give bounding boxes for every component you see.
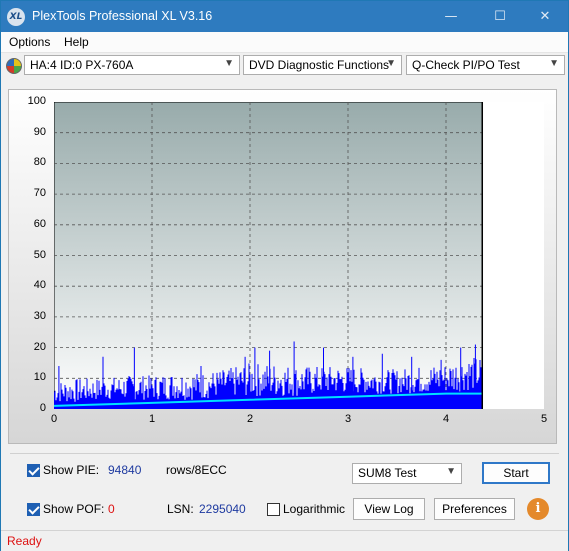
y-tick-label: 60 [33, 217, 46, 230]
x-tick-label: 0 [51, 413, 58, 425]
x-tick-label: 3 [345, 413, 352, 425]
x-tick-label: 5 [541, 413, 548, 425]
status-text: Ready [7, 534, 42, 548]
show-pof-label: Show POF: [43, 502, 105, 516]
show-pie-checkbox[interactable] [27, 464, 40, 477]
toolbar: HA:4 ID:0 PX-760A ▼ DVD Diagnostic Funct… [1, 53, 568, 79]
x-tick-label: 1 [149, 413, 156, 425]
function-select-value: DVD Diagnostic Functions [249, 58, 390, 72]
info-icon[interactable]: i [527, 498, 549, 520]
show-pie-label: Show PIE: [43, 463, 100, 477]
logarithmic-label: Logarithmic [283, 502, 346, 516]
chevron-down-icon: ▼ [549, 58, 559, 69]
y-tick-label: 40 [33, 279, 46, 292]
unscanned-region [482, 102, 544, 409]
menu-help[interactable]: Help [64, 35, 89, 49]
drive-select[interactable]: HA:4 ID:0 PX-760A ▼ [24, 55, 240, 75]
logarithmic-checkbox[interactable] [267, 503, 280, 516]
test-select[interactable]: Q-Check PI/PO Test ▼ [406, 55, 565, 75]
pie-value: 94840 [108, 463, 142, 477]
y-tick-label: 50 [33, 248, 46, 261]
y-tick-label: 20 [33, 340, 46, 353]
menu-options[interactable]: Options [9, 35, 50, 49]
chart-panel: 0 10 20 30 40 50 60 70 80 90 100 0 1 2 3 4 5 [8, 89, 557, 444]
chevron-down-icon: ▼ [446, 466, 456, 477]
pof-value: 0 [108, 502, 115, 516]
pi-po-chart [54, 102, 544, 409]
drive-select-value: HA:4 ID:0 PX-760A [30, 58, 134, 72]
chevron-down-icon: ▼ [386, 58, 396, 69]
show-pof-checkbox[interactable] [27, 503, 40, 516]
y-tick-label: 10 [33, 371, 46, 384]
y-tick-label: 80 [33, 156, 46, 169]
lsn-value: 2295040 [199, 502, 246, 516]
minimize-button[interactable]: — [428, 1, 474, 32]
menu-bar: Options Help [1, 32, 568, 53]
y-tick-label: 30 [33, 309, 46, 322]
x-tick-label: 4 [443, 413, 450, 425]
maximize-button[interactable]: ☐ [477, 1, 523, 32]
window-title: PlexTools Professional XL V3.16 [32, 9, 213, 23]
close-button[interactable]: ✕ [522, 1, 568, 32]
start-button[interactable]: Start [482, 462, 550, 484]
sum-test-select[interactable]: SUM8 Test ▼ [352, 463, 462, 484]
preferences-button[interactable]: Preferences [434, 498, 515, 520]
title-bar: XL PlexTools Professional XL V3.16 — ☐ ✕ [1, 1, 568, 32]
view-log-button[interactable]: View Log [353, 498, 425, 520]
drive-disc-icon [6, 58, 22, 74]
sum-test-value: SUM8 Test [358, 466, 417, 480]
rows-unit-label: rows/8ECC [166, 463, 227, 477]
chevron-down-icon: ▼ [224, 58, 234, 69]
x-tick-label: 2 [247, 413, 254, 425]
y-tick-label: 0 [39, 402, 46, 414]
y-tick-label: 90 [33, 125, 46, 138]
y-tick-label: 100 [27, 95, 46, 107]
status-bar: Ready [1, 530, 568, 551]
function-select[interactable]: DVD Diagnostic Functions ▼ [243, 55, 402, 75]
app-window: XL PlexTools Professional XL V3.16 — ☐ ✕… [0, 0, 569, 551]
app-logo-icon: XL [7, 8, 25, 26]
lsn-label: LSN: [167, 502, 194, 516]
y-tick-label: 70 [33, 187, 46, 200]
test-select-value: Q-Check PI/PO Test [412, 58, 520, 72]
